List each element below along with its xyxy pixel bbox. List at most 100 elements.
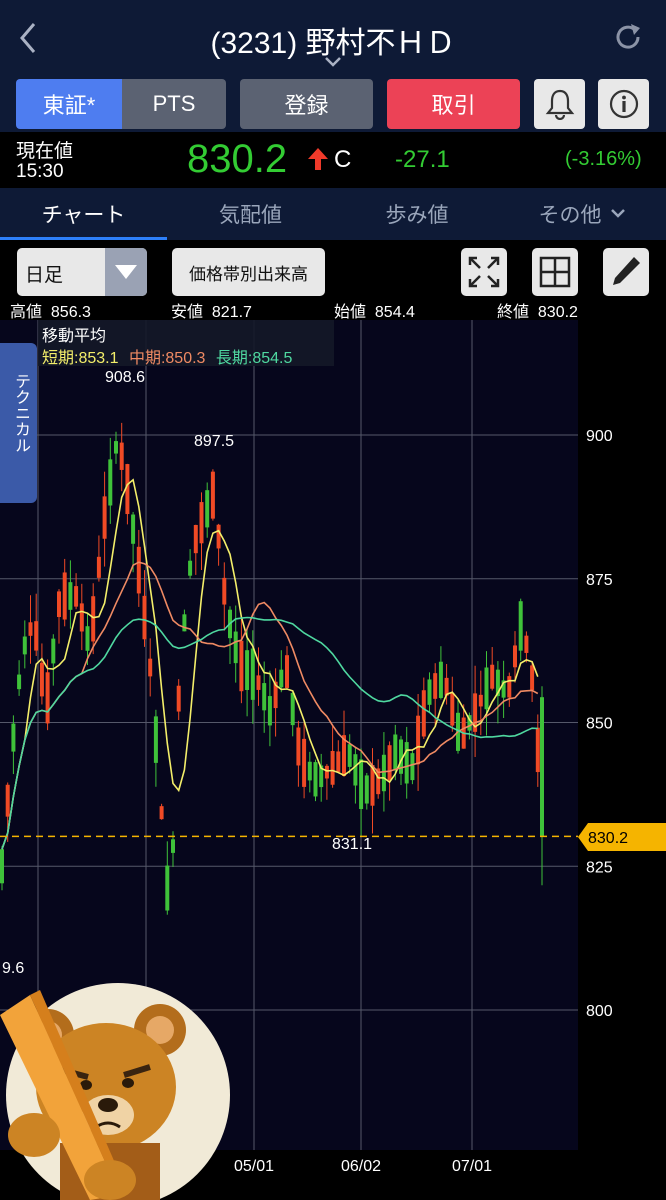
candle-body [51,638,56,664]
candle-body [330,750,335,785]
candle-body [324,765,329,779]
tab-board[interactable]: 気配値 [167,188,334,240]
candle-body [119,442,124,470]
candle-body [205,490,210,528]
chart-annotation-high_908: 908.6 [105,369,145,386]
candle-body [393,734,398,771]
candle-body [421,690,426,737]
ma-short: 短期:853.1 [42,350,119,367]
candle-body [171,839,175,853]
candle-body [387,745,392,781]
candle-body [245,650,250,690]
candle-body [279,669,284,688]
current-price-tag-text: 830.2 [588,830,628,847]
candle-body [68,582,73,610]
candle-body [96,556,101,578]
period-select-arrow [105,248,147,296]
chevron-down-icon[interactable] [321,54,345,70]
bell-icon [545,89,574,120]
price-change-percent: (-3.16%) [565,148,642,170]
candle-body [91,596,96,642]
candle-body [490,664,495,689]
candle-body [513,645,517,668]
candle-body [199,502,204,544]
alert-button[interactable] [534,79,585,129]
candle-body [507,676,512,698]
candle-body [450,693,455,726]
volume-profile-button[interactable]: 価格帯別出来高 [172,248,325,296]
ohlc-open: 始値 854.4 [334,298,415,321]
tab-other-label: その他 [538,204,602,227]
moving-average-legend: 移動平均 短期:853.1 中期:850.3 長期:854.5 [38,320,334,367]
candle-body [114,441,118,454]
candle-body [353,754,358,786]
bear-mascot-image [0,983,230,1200]
candle-body [359,759,364,810]
layout-button[interactable] [532,248,578,296]
chevron-down-icon [610,209,625,218]
candle-body [159,806,164,820]
candle-body [74,586,79,607]
candle-body [381,754,386,792]
candle-body [250,648,255,700]
date-axis-label: 06/02 [341,1158,381,1175]
tab-other[interactable]: その他 [500,188,666,240]
candle-body [11,723,16,752]
caret-down-icon [115,265,137,279]
candle-body [39,662,44,697]
candle-body [535,727,540,773]
price-axis-label: 900 [586,428,613,445]
tab-ticks[interactable]: 歩み値 [334,188,500,240]
candle-body [153,716,158,763]
period-select[interactable]: 日足 [17,248,147,296]
tosho-button[interactable]: 東証* [16,79,122,129]
ohlc-close: 終値 830.2 [497,298,578,321]
candle-body [102,496,107,539]
candle-body [182,614,187,632]
candle-body [518,601,523,651]
info-button[interactable] [598,79,649,129]
ohlc-open-value: 854.4 [374,304,415,321]
candle-body [5,784,10,817]
register-button[interactable]: 登録 [240,79,373,129]
ma-long: 長期:854.5 [215,350,293,367]
candle-body [416,715,421,765]
candle-body [239,640,244,692]
ma-mid: 中期:850.3 [128,350,206,367]
current-price-label: 現在値 [16,141,74,162]
tab-active-indicator [0,237,167,240]
current-price-tag: 830.2 [578,823,666,851]
candle-body [28,622,33,636]
candle-body [222,577,227,605]
candle-body [307,761,312,781]
draw-button[interactable] [603,248,649,296]
period-select-value: 日足 [25,265,64,286]
candle-body [410,753,415,781]
tab-chart[interactable]: チャート [0,188,167,240]
technical-side-tab[interactable]: テクニカル [0,343,37,503]
info-icon [609,89,638,119]
volume-profile-label: 価格帯別出来高 [189,265,308,284]
candle-body [524,635,529,653]
candle-body [79,603,84,632]
grid-layout-icon [539,256,571,288]
candle-body [148,658,153,677]
trade-button[interactable]: 取引 [387,79,520,129]
ohlc-close-value: 830.2 [537,304,578,321]
refresh-icon[interactable] [611,20,645,54]
candle-body [438,661,443,698]
candle-body [256,675,261,690]
fullscreen-button[interactable] [461,248,507,296]
candle-body [17,674,22,690]
market-button-row: 東証* PTS 登録 取引 [0,76,666,132]
arrow-up-icon [308,148,328,170]
quote-row: 現在値 15:30 830.2 C -27.1 (-3.16%) [0,132,666,188]
candle-body [404,742,409,784]
candle-body [336,751,341,772]
current-price: 830.2 [187,137,288,181]
ohlc-close-label: 終値 [497,304,530,321]
candle-body [108,459,113,506]
pts-button[interactable]: PTS [122,79,226,129]
top-bar: (3231) 野村不ＨＤ [0,0,666,76]
candle-body [85,626,90,651]
